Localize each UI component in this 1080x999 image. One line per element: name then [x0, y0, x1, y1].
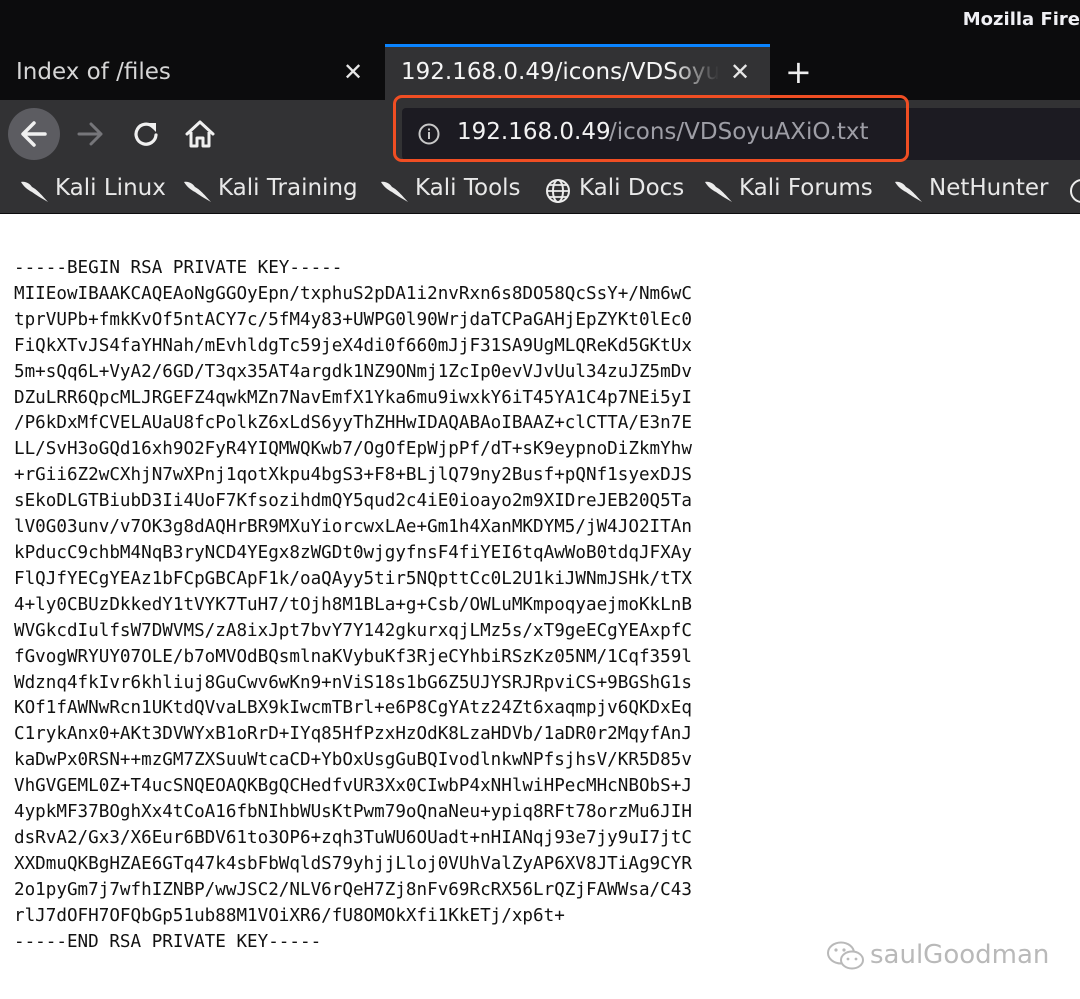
tab-label: Index of /files: [16, 59, 171, 85]
tab-index-of-files[interactable]: Index of /files ✕: [0, 44, 385, 100]
key-line: /P6kDxMfCVELAUaU8fcPolkZ6xLdS6yyThZHHwID…: [14, 413, 692, 434]
kali-dragon-icon: [381, 181, 408, 202]
globe-icon: [1070, 179, 1080, 203]
key-line: +rGii6Z2wCXhjN7wXPnj1qotXkpu4bgS3+F8+BLj…: [14, 465, 692, 486]
key-line: KOf1fAWNwRcn1UKtdQVvaLBX9kIwcmTBrl+e6P8C…: [14, 698, 692, 719]
window-titlebar: Mozilla Fire: [0, 0, 1080, 44]
new-tab-plus-icon[interactable]: +: [785, 53, 812, 91]
tab-active-txt-file[interactable]: 192.168.0.49/icons/VDSoyuAXiO.txt ✕: [385, 44, 770, 100]
rsa-private-key-text: -----BEGIN RSA PRIVATE KEY----- MIIEowIB…: [14, 256, 1074, 955]
watermark-text: saulGoodman: [870, 940, 1050, 970]
key-line: DZuLRR6QpcMLJRGEFZ4qwkMZn7NavEmfX1Yka6mu…: [14, 387, 692, 408]
key-line: dsRvA2/Gx3/X6Eur6BDV61to3OP6+zqh3TuWU6OU…: [14, 827, 692, 848]
back-arrow-icon: [21, 121, 47, 147]
kali-dragon-icon: [21, 181, 48, 202]
key-line: MIIEowIBAAKCAQEAoNgGGOyEpn/txphuS2pDA1i2…: [14, 283, 692, 304]
kali-dragon-icon: [895, 181, 922, 202]
key-line: C1rykAnx0+AKt3DVWYxB1oRrD+IYq85HfPzxHzOd…: [14, 724, 692, 745]
url-highlight-box: [393, 95, 909, 162]
key-line: VhGVGEML0Z+T4ucSNQEOAQKBgQCHedfvUR3Xx0CI…: [14, 776, 692, 797]
bookmark-label: Kali Linux: [55, 175, 166, 201]
close-tab-icon[interactable]: ✕: [343, 58, 363, 86]
key-line: 4+ly0CBUzDkkedY1tVYK7TuH7/tOjh8M1BLa+g+C…: [14, 594, 692, 615]
key-line: kPducC9chbM4NqB3ryNCD4YEgx8zWGDt0wjgyfns…: [14, 542, 692, 563]
key-line: FiQkXTvJS4faYHNah/mEvhldgTc59jeX4di0f660…: [14, 335, 692, 356]
bookmark-label: Kali Training: [218, 175, 358, 201]
text-document: -----BEGIN RSA PRIVATE KEY----- MIIEowIB…: [14, 256, 1074, 955]
key-line: fGvogWRYUY07OLE/b7oMVOdBQsmlnaKVybuKf3Rj…: [14, 646, 692, 667]
key-line: tprVUPb+fmkKvOf5ntACY7c/5fM4y83+UWPG0l90…: [14, 309, 692, 330]
reload-button[interactable]: [131, 118, 163, 150]
kali-dragon-icon: [705, 181, 732, 202]
bookmark-label: Kali Docs: [579, 175, 685, 201]
home-button[interactable]: [184, 118, 216, 150]
key-line: Wdznq4fkIvr6khliuj8GuCwv6wKn9+nViS18s1bG…: [14, 672, 692, 693]
key-line: -----BEGIN RSA PRIVATE KEY-----: [14, 258, 343, 278]
bookmark-label: NetHunter: [929, 175, 1049, 201]
bookmark-label: Kali Forums: [739, 175, 873, 201]
back-button[interactable]: [8, 108, 60, 160]
key-line: WVGkcdIulfsW7DWVMS/zA8ixJpt7bvY7Y142gkur…: [14, 620, 692, 641]
kali-dragon-icon: [184, 181, 211, 202]
bookmarks-toolbar: Kali Linux Kali Training Kali Tools Kali…: [0, 168, 1080, 214]
key-line: 2o1pyGm7j7wfhIZNBP/wwJSC2/NLV6rQeH7Zj8nF…: [14, 879, 692, 900]
close-tab-icon[interactable]: ✕: [730, 58, 750, 86]
tab-strip: Index of /files ✕ 192.168.0.49/icons/VDS…: [0, 44, 1080, 100]
forward-button[interactable]: [75, 118, 107, 150]
key-line: kaDwPx0RSN++mzGM7ZXSuuWtcaCD+YbOxUsgGuBQ…: [14, 750, 692, 771]
key-line: LL/SvH3oGQd16xh9O2FyR4YIQMWQKwb7/OgOfEpW…: [14, 439, 692, 460]
reload-icon: [134, 122, 158, 146]
wechat-icon: [827, 941, 864, 970]
home-icon: [185, 120, 215, 148]
key-line: lV0G03unv/v7OK3g8dAQHrBR9MXuYiorcwxLAe+G…: [14, 517, 692, 538]
key-line: XXDmuQKBgHZAE6GTq47k4sbFbWqldS79yhjjLloj…: [14, 853, 692, 874]
key-line: sEkoDLGTBiubD3Ii4UoF7KfsozihdmQY5qud2c4i…: [14, 491, 692, 512]
key-line: rlJ7dOFH7OFQbGp51ub88M1VOiXR6/fU8OMOkXfi…: [14, 905, 565, 926]
tab-label: 192.168.0.49/icons/VDSoyuAXiO.txt: [401, 59, 719, 85]
window-title: Mozilla Fire: [962, 9, 1080, 30]
key-line: FlQJfYECgYEAz1bFCpGBCApF1k/oaQAyy5tir5NQ…: [14, 568, 692, 589]
key-line: 5m+sQq6L+VyA2/6GD/T3qx35AT4argdk1NZ9ONmj…: [14, 361, 692, 382]
key-line: -----END RSA PRIVATE KEY-----: [14, 931, 322, 952]
globe-icon: [546, 179, 570, 203]
key-line: 4ypkMF37BOghXx4tCoA16fbNIhbWUsKtPwm79oQn…: [14, 802, 692, 823]
forward-arrow-icon: [77, 122, 103, 146]
bookmark-label: Kali Tools: [415, 175, 521, 201]
